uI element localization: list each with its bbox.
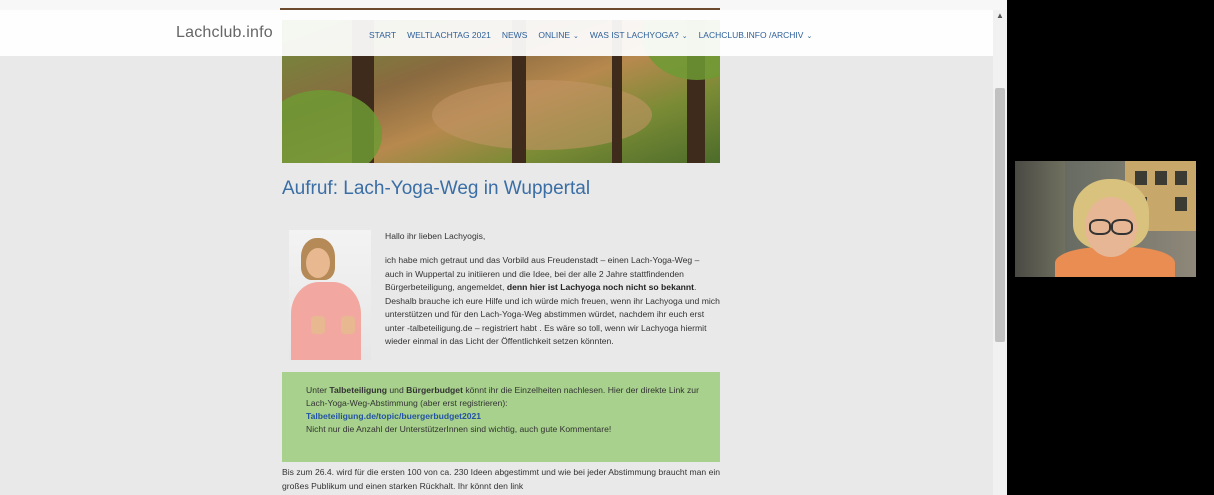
- scroll-thumb[interactable]: [995, 88, 1005, 342]
- webcam-window: [1175, 171, 1187, 185]
- thumbs-up-icon: [311, 316, 325, 334]
- article-photo: [289, 230, 371, 360]
- thumbs-up-icon: [341, 316, 355, 334]
- nav-item-was-ist-lachyoga[interactable]: WAS IST LACHYOGA? ⌄: [590, 30, 688, 40]
- info-box: Unter Talbeteiligung und Bürgerbudget kö…: [282, 372, 720, 462]
- browser-window: Lachclub.info START WELTLACHTAG 2021 NEW…: [0, 0, 1007, 495]
- nav-item-weltlachtag[interactable]: WELTLACHTAG 2021: [407, 30, 491, 40]
- glasses-icon: [1089, 219, 1111, 235]
- page-viewport: Lachclub.info START WELTLACHTAG 2021 NEW…: [0, 10, 993, 495]
- info-box-text: Unter Talbeteiligung und Bürgerbudget kö…: [306, 385, 699, 434]
- nav-item-archiv[interactable]: LACHCLUB.INFO /ARCHIV ⌄: [699, 30, 813, 40]
- nav-item-news[interactable]: NEWS: [502, 30, 528, 40]
- main-nav: START WELTLACHTAG 2021 NEWS ONLINE ⌄ WAS …: [369, 30, 812, 40]
- article-greeting: Hallo ihr lieben Lachyogis,: [385, 231, 486, 241]
- chevron-down-icon: ⌄: [573, 33, 579, 40]
- photo-face: [306, 248, 330, 278]
- nav-item-start[interactable]: START: [369, 30, 396, 40]
- webcam-window: [1155, 171, 1167, 185]
- site-logo[interactable]: Lachclub.info: [176, 24, 273, 42]
- article-title: Aufruf: Lach-Yoga-Weg in Wuppertal: [282, 178, 591, 199]
- scrollbar[interactable]: ▲: [993, 10, 1007, 495]
- glasses-icon: [1111, 219, 1133, 235]
- article-paragraph: ich habe mich getraut und das Vorbild au…: [385, 255, 720, 346]
- chevron-down-icon: ⌄: [806, 33, 813, 40]
- article-emphasis: denn hier ist Lachyoga noch nicht so bek…: [506, 282, 695, 292]
- webcam-window: [1175, 197, 1187, 211]
- talbeteiligung-link[interactable]: Talbeteiligung.de/topic/buergerbudget202…: [306, 411, 481, 421]
- scroll-up-arrow-icon[interactable]: ▲: [996, 12, 1004, 20]
- article-bottom-text: Bis zum 26.4. wird für die ersten 100 vo…: [282, 467, 721, 491]
- top-strip: [0, 0, 1007, 10]
- chevron-down-icon: ⌄: [681, 33, 688, 40]
- webcam-video-feed: [1015, 161, 1196, 277]
- webcam-window: [1135, 171, 1147, 185]
- nav-item-online[interactable]: ONLINE ⌄: [538, 30, 579, 40]
- site-header: Lachclub.info START WELTLACHTAG 2021 NEW…: [0, 10, 993, 56]
